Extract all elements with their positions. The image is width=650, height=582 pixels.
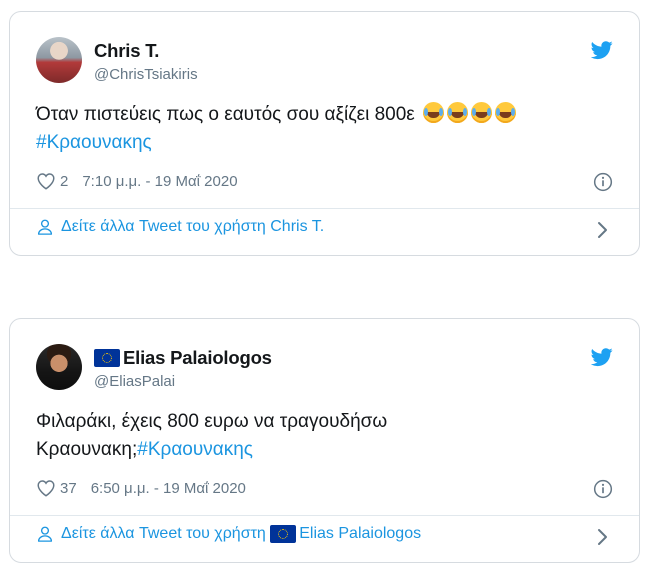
user-handle[interactable]: @ChrisTsiakiris	[94, 66, 198, 83]
person-icon	[37, 526, 53, 542]
tweet-text-line2: Κραουνακη;	[36, 439, 138, 460]
tweet-text: Φιλαράκι, έχεις 800 ευρω να τραγουδήσω Κ…	[36, 408, 616, 464]
tweet-card[interactable]: Elias Palaiologos @EliasPalai Φιλαράκι, …	[9, 318, 640, 563]
tweet-text: Όταν πιστεύεις πως ο εαυτός σου αξίζει 8…	[36, 101, 616, 157]
timestamp[interactable]: 7:10 μ.μ. - 19 Μαΐ 2020	[82, 173, 237, 190]
twitter-bird-icon[interactable]	[591, 346, 613, 368]
person-icon	[37, 219, 53, 235]
more-tweets-prefix: Δείτε άλλα Tweet του χρήστη	[61, 525, 266, 542]
more-tweets-link[interactable]: Δείτε άλλα Tweet του χρήστη Elias Palaio…	[36, 525, 421, 543]
more-tweets-name: Chris T.	[270, 218, 325, 235]
divider	[10, 515, 639, 516]
heart-icon[interactable]	[36, 172, 56, 190]
eu-flag-icon	[270, 525, 297, 543]
avatar[interactable]	[36, 37, 82, 83]
more-tweets-name: Elias Palaiologos	[299, 525, 422, 542]
tweet-meta: 2 7:10 μ.μ. - 19 Μαΐ 2020	[36, 172, 238, 190]
more-tweets-prefix: Δείτε άλλα Tweet του χρήστη	[61, 218, 266, 235]
info-icon[interactable]	[593, 479, 613, 499]
display-name-text: Elias Palaiologos	[123, 347, 272, 368]
hashtag-link[interactable]: #Κραουνακης	[137, 439, 253, 460]
display-name[interactable]: Elias Palaiologos	[94, 347, 272, 369]
timestamp[interactable]: 6:50 μ.μ. - 19 Μαΐ 2020	[91, 480, 246, 497]
like-count: 2	[60, 172, 69, 190]
face-with-tears-of-joy-icon	[495, 102, 517, 123]
tweet-card[interactable]: Chris T. @ChrisTsiakiris Όταν πιστεύεις …	[9, 11, 640, 256]
chevron-right-icon[interactable]	[597, 528, 609, 546]
more-tweets-link[interactable]: Δείτε άλλα Tweet του χρήστη Chris T.	[36, 218, 324, 236]
tweet-meta: 37 6:50 μ.μ. - 19 Μαΐ 2020	[36, 479, 246, 497]
user-handle[interactable]: @EliasPalai	[94, 373, 175, 390]
divider	[10, 208, 639, 209]
chevron-right-icon[interactable]	[597, 221, 609, 239]
display-name[interactable]: Chris T.	[94, 40, 159, 62]
tweet-text-main: Φιλαράκι, έχεις 800 ευρω να τραγουδήσω	[36, 411, 388, 432]
twitter-bird-icon[interactable]	[591, 39, 613, 61]
heart-icon[interactable]	[36, 479, 56, 497]
hashtag-link[interactable]: #Κραουνακης	[36, 132, 152, 153]
tweet-text-main: Όταν πιστεύεις πως ο εαυτός σου αξίζει 8…	[36, 104, 415, 125]
face-with-tears-of-joy-icon	[423, 102, 445, 123]
face-with-tears-of-joy-icon	[471, 102, 493, 123]
eu-flag-icon	[94, 349, 120, 367]
display-name-text: Chris T.	[94, 40, 160, 61]
avatar[interactable]	[36, 344, 82, 390]
face-with-tears-of-joy-icon	[447, 102, 469, 123]
info-icon[interactable]	[593, 172, 613, 192]
like-count: 37	[60, 479, 77, 497]
